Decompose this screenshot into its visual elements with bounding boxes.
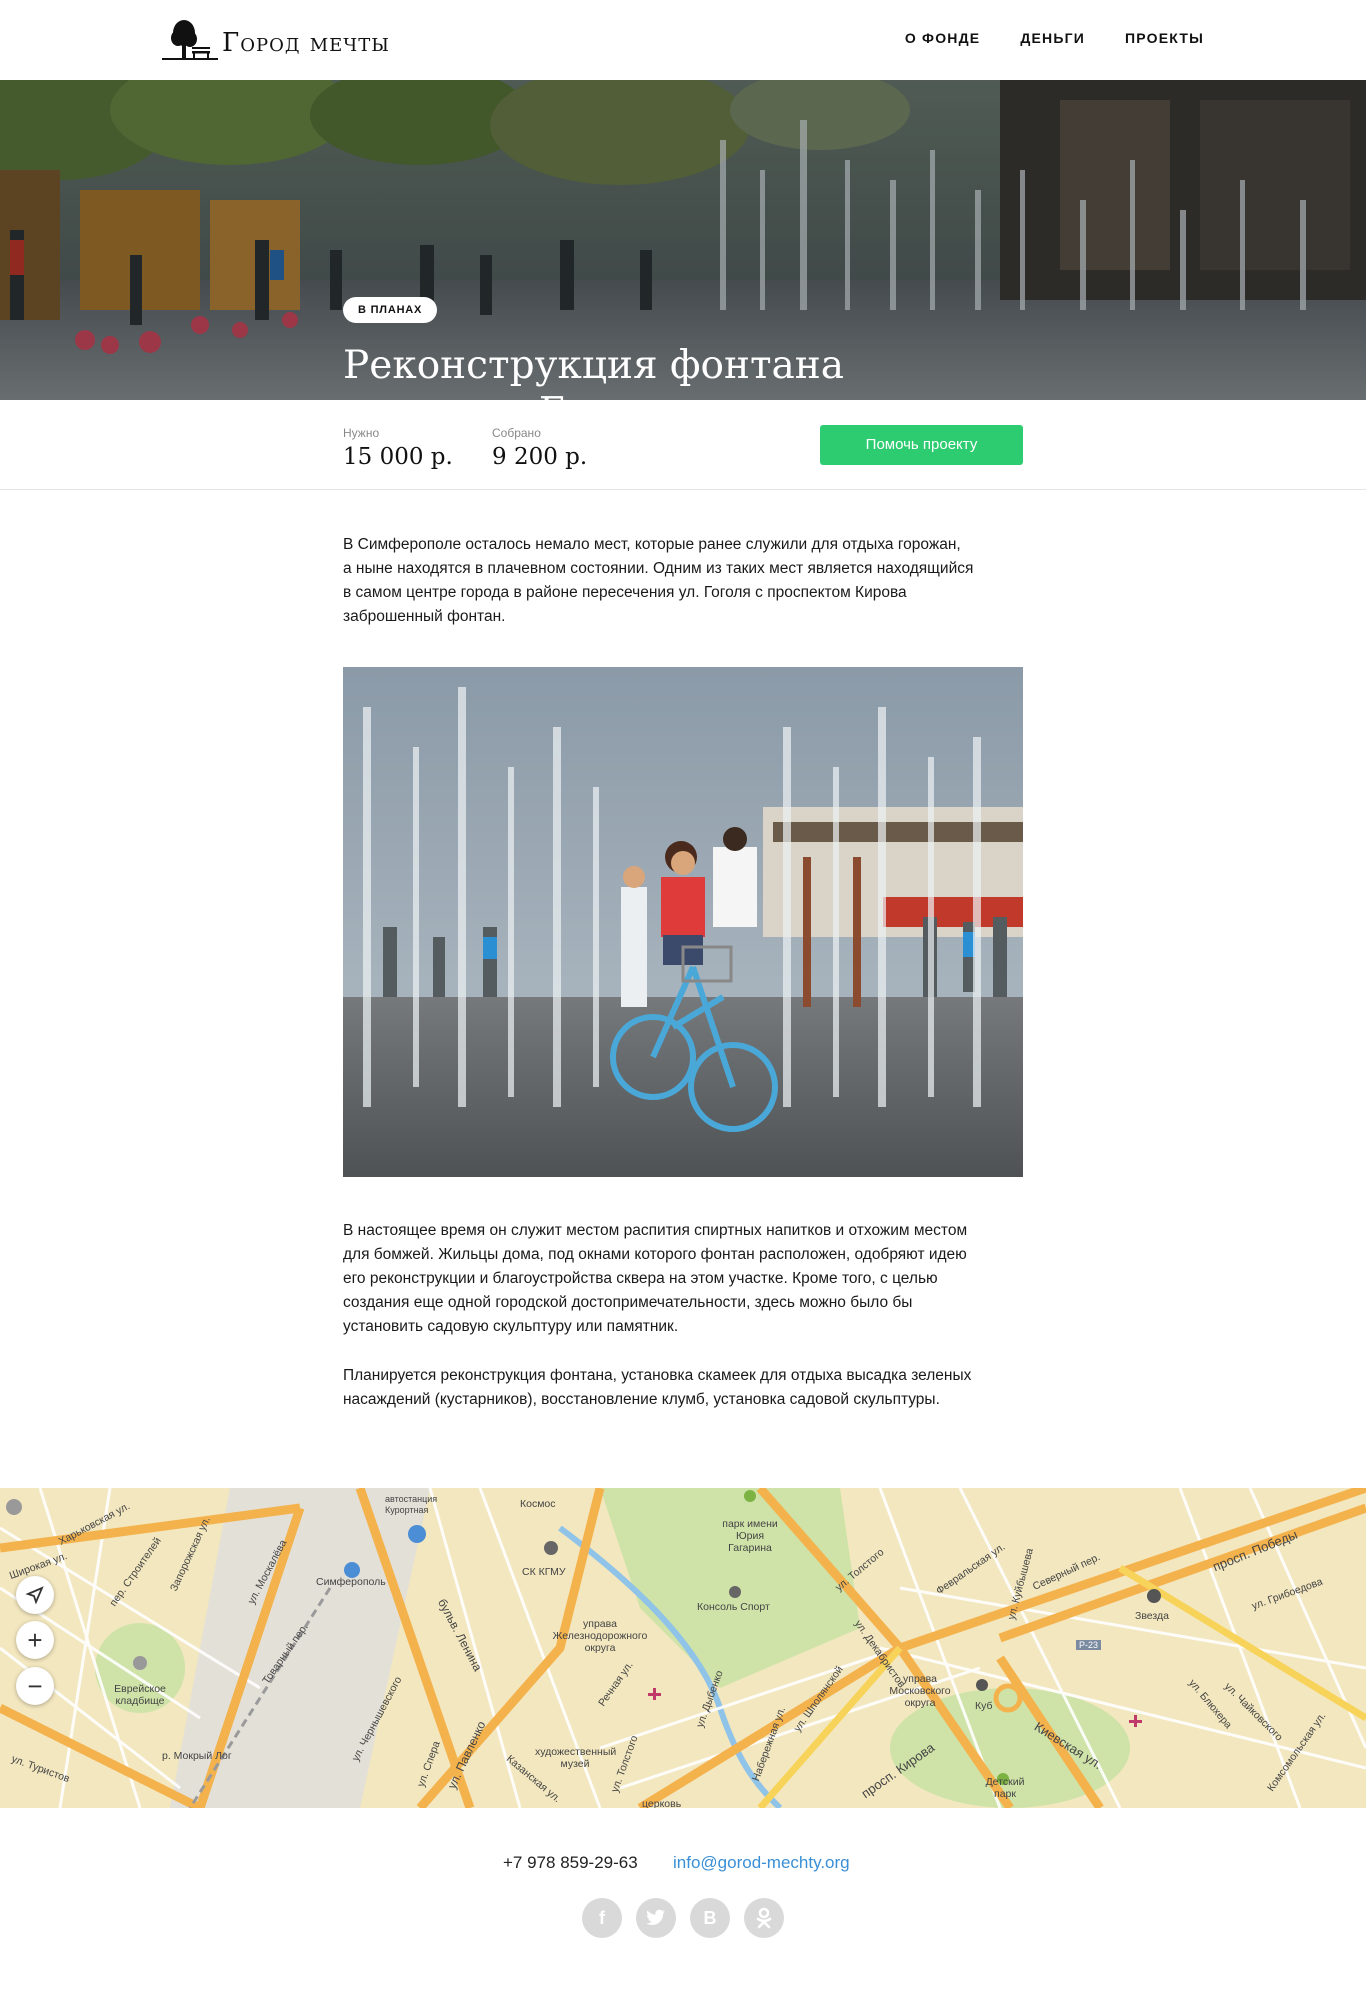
article-paragraph-1: В Симферополе осталось немало мест, кото… — [343, 533, 1033, 629]
map-poi-label: Консоль Спорт — [697, 1601, 770, 1613]
map-road-sign: P-23 — [1076, 1640, 1102, 1650]
fountain-cyclist-photo — [343, 667, 1023, 1177]
page-title-line-1: Реконструкция фонтана — [343, 343, 845, 388]
tree-bench-logo-icon — [162, 20, 218, 60]
map-poi-label: церковь — [642, 1798, 682, 1808]
page-title-line-2: на улице Гоголя — [343, 390, 682, 400]
stat-raised: Собрано 9 200 р. — [492, 426, 587, 470]
map-poi-label: управа Железнодорожного округа — [552, 1618, 648, 1654]
zoom-in-button[interactable]: + — [16, 1621, 54, 1659]
location-map[interactable]: Харьковская ул. Широкая ул. пер. Строите… — [0, 1488, 1366, 1808]
paragraph-line: заброшенный фонтан. — [343, 608, 506, 625]
zoom-out-button[interactable]: − — [16, 1667, 54, 1705]
paragraph-line: В настоящее время он служит местом распи… — [343, 1222, 968, 1239]
article-paragraph-2: В настоящее время он служит местом распи… — [343, 1219, 1033, 1339]
map-poi-label: Симферополь — [316, 1576, 386, 1588]
stat-needed-value: 15 000 р. — [343, 444, 453, 470]
zoom-out-icon: − — [27, 1671, 43, 1701]
locate-button[interactable] — [16, 1576, 54, 1614]
funding-stats-bar: Нужно 15 000 р. Собрано 9 200 р. Помочь … — [0, 400, 1366, 490]
map-water-label: р. Мокрый Лог — [162, 1750, 232, 1762]
stat-raised-value: 9 200 р. — [492, 444, 588, 470]
zoom-in-icon: + — [27, 1625, 43, 1655]
paragraph-line: его реконструкции и благоустройства скве… — [343, 1270, 938, 1287]
stat-raised-label: Собрано — [492, 426, 541, 440]
twitter-bird-glyph — [646, 1909, 665, 1925]
map-poi-label: Звезда — [1135, 1610, 1169, 1622]
nav-about[interactable]: О фонде — [905, 30, 980, 46]
map-poi-label: художественный музей — [535, 1746, 617, 1770]
twitter-icon[interactable] — [636, 1898, 676, 1938]
logo[interactable]: Город мечты — [162, 18, 390, 62]
vk-icon[interactable]: B — [690, 1898, 730, 1938]
paragraph-line: насаждений (кустарников), восстановление… — [343, 1391, 940, 1408]
footer-phone[interactable]: +7 978 859-29-63 — [503, 1853, 638, 1873]
nav-money[interactable]: Деньги — [1020, 30, 1085, 46]
map-poi-label: Еврейское кладбище — [114, 1683, 166, 1707]
social-links: f B — [582, 1898, 784, 1938]
paragraph-line: В Симферополе осталось немало мест, кото… — [343, 536, 961, 553]
locate-icon — [25, 1586, 44, 1605]
help-project-button[interactable]: Помочь проекту — [820, 425, 1023, 465]
logo-text: Город мечты — [222, 28, 390, 58]
stat-needed: Нужно 15 000 р. — [343, 426, 453, 470]
map-poi-label: СК КГМУ — [522, 1566, 566, 1578]
status-badge: В планах — [343, 297, 438, 323]
paragraph-line: в самом центре города в районе пересечен… — [343, 584, 907, 601]
stat-needed-label: Нужно — [343, 426, 380, 440]
article-paragraph-3: Планируется реконструкция фонтана, устан… — [343, 1364, 1033, 1412]
paragraph-line: а ныне находятся в плачевном состоянии. … — [343, 560, 974, 577]
page-title: Реконструкция фонтана на улице Гоголя — [343, 342, 903, 400]
article-photo — [343, 667, 1023, 1177]
map-poi-label: управа Московского округа — [889, 1673, 951, 1709]
hero-banner: В планах Реконструкция фонтана на улице … — [0, 80, 1366, 400]
footer-email-link[interactable]: info@gorod-mechty.org — [673, 1853, 850, 1873]
paragraph-line: для бомжей. Жильцы дома, под окнами кото… — [343, 1246, 967, 1263]
map-poi-label: автостанция Курортная — [385, 1494, 438, 1515]
map-park-label: Детский парк — [985, 1776, 1025, 1800]
ok-glyph — [756, 1907, 772, 1929]
map-poi-label: Куб — [975, 1700, 993, 1712]
main-nav: О фонде Деньги Проекты — [905, 30, 1204, 46]
map-park-label: парк имени Юрия Гагарина — [722, 1518, 778, 1554]
facebook-icon[interactable]: f — [582, 1898, 622, 1938]
paragraph-line: Планируется реконструкция фонтана, устан… — [343, 1367, 972, 1384]
map-poi-label: Космос — [520, 1498, 556, 1510]
paragraph-line: создания еще одной городской достопримеч… — [343, 1294, 913, 1311]
site-header: Город мечты О фонде Деньги Проекты — [0, 0, 1366, 80]
odnoklassniki-icon[interactable] — [744, 1898, 784, 1938]
nav-projects[interactable]: Проекты — [1125, 30, 1204, 46]
paragraph-line: установить садовую скульптуру или памятн… — [343, 1318, 679, 1335]
